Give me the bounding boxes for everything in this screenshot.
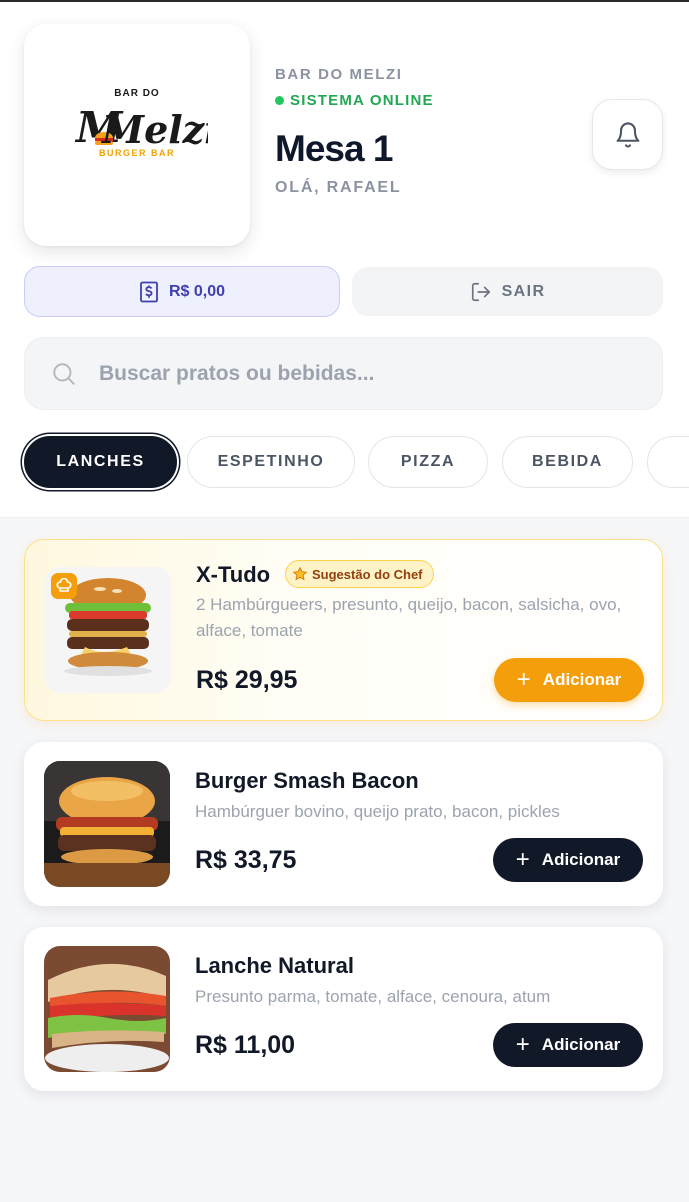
item-name: Lanche Natural: [195, 953, 354, 978]
add-button[interactable]: + Adicionar: [493, 1023, 643, 1067]
add-button[interactable]: + Adicionar: [493, 838, 643, 882]
chef-suggestion-badge: Sugestão do Chef: [285, 560, 434, 588]
balance-amount: R$ 0,00: [168, 282, 226, 300]
item-image-burger-smash-bacon: [44, 761, 170, 887]
item-image-lanche-natural: [44, 946, 170, 1072]
burger-image: [44, 761, 170, 887]
user-greeting: OLÁ, RAFAEL: [275, 179, 402, 196]
add-label: Adicionar: [541, 850, 621, 869]
menu-item-card[interactable]: X-Tudo Sugestão do Chef 2 Hambúrgueers, …: [24, 539, 663, 721]
tab-bebida[interactable]: BEBIDA: [502, 436, 633, 488]
tab-more[interactable]: [647, 436, 689, 488]
search-input[interactable]: [99, 361, 619, 386]
search-icon: [53, 362, 75, 385]
menu-item-card[interactable]: Burger Smash Bacon Hambúrguer bovino, qu…: [24, 742, 663, 906]
plus-icon: +: [515, 1031, 530, 1058]
item-description: Presunto parma, tomate, alface, cenoura,…: [195, 987, 551, 1006]
header: BAR DO M Melzi BURGER BAR BAR DO MELZI S…: [0, 2, 689, 518]
chef-tag-label: Sugestão do Chef: [312, 566, 423, 582]
system-status: SISTEMA ONLINE: [275, 92, 434, 109]
logo-melzi-wordmark: M Melzi: [74, 103, 208, 150]
star-icon: [292, 566, 308, 581]
chef-hat-icon: [51, 573, 77, 599]
logo-name-text: Melzi: [100, 107, 208, 150]
tab-lanches[interactable]: LANCHES: [24, 436, 177, 488]
item-price: R$ 11,00: [195, 1031, 296, 1059]
balance-button[interactable]: R$ 0,00: [24, 266, 340, 317]
logout-button[interactable]: SAIR: [352, 267, 663, 316]
add-label: Adicionar: [541, 1035, 621, 1054]
status-text: SISTEMA ONLINE: [290, 92, 434, 109]
item-name: Burger Smash Bacon: [195, 768, 419, 793]
item-description: 2 Hambúrgueers, presunto, queijo, bacon,…: [196, 595, 622, 640]
table-title: Mesa 1: [275, 128, 393, 169]
logo-sub-text: BURGER BAR: [98, 148, 175, 158]
logo-top-text: BAR DO: [114, 88, 160, 99]
tab-pizza[interactable]: PIZZA: [368, 436, 488, 488]
plus-icon: +: [515, 846, 530, 873]
sandwich-image: [44, 946, 170, 1072]
item-price: R$ 33,75: [195, 846, 297, 874]
add-button[interactable]: + Adicionar: [494, 658, 644, 702]
item-name: X-Tudo: [196, 562, 271, 587]
item-price: R$ 29,95: [196, 666, 298, 694]
item-description: Hambúrguer bovino, queijo prato, bacon, …: [195, 802, 560, 821]
logout-label: SAIR: [501, 282, 546, 300]
category-tabs: LANCHES ESPETINHO PIZZA BEBIDA: [0, 432, 689, 492]
plus-icon: +: [516, 666, 531, 693]
search-bar[interactable]: [24, 337, 663, 410]
add-label: Adicionar: [542, 670, 622, 689]
restaurant-logo: BAR DO M Melzi BURGER BAR: [24, 24, 250, 246]
bell-icon: [616, 121, 639, 147]
brand-name: BAR DO MELZI: [275, 66, 403, 83]
logout-icon: [471, 282, 490, 301]
receipt-dollar-icon: [140, 281, 158, 302]
notifications-button[interactable]: [592, 99, 663, 170]
menu-item-card[interactable]: Lanche Natural Presunto parma, tomate, a…: [24, 927, 663, 1091]
online-dot-icon: [275, 96, 284, 105]
tab-espetinho[interactable]: ESPETINHO: [187, 436, 355, 488]
